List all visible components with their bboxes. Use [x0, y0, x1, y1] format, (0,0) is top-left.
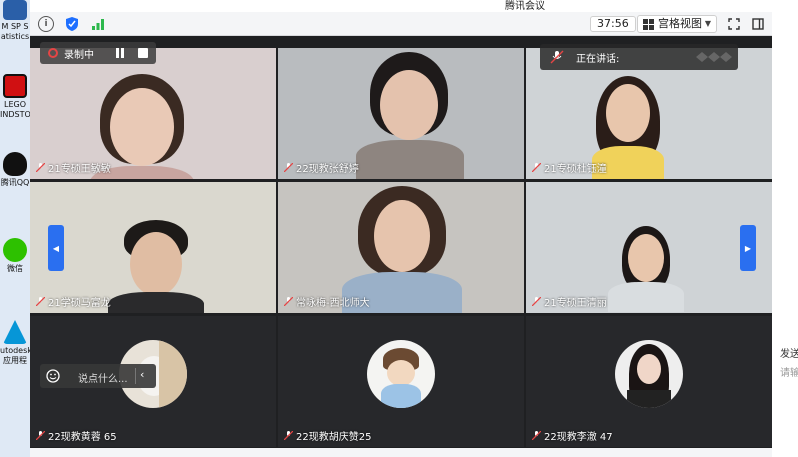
meeting-window: 腾讯会议 i 37:56 宫格视图 ▼ 21专硕王敏敏 22现教张舒婷 21专硕…	[30, 0, 772, 457]
mic-muted-icon	[35, 162, 46, 173]
participant-name-label: 21学硕马富龙	[35, 294, 111, 309]
send-label[interactable]: 发送	[780, 345, 798, 360]
participant-avatar	[367, 340, 435, 408]
mic-muted-icon	[283, 162, 294, 173]
autodesk-icon	[3, 320, 27, 344]
mic-muted-icon	[531, 296, 542, 307]
qq-desktop-icon[interactable]: 腾讯QQ	[0, 152, 30, 188]
wechat-desktop-icon[interactable]: 微信	[0, 238, 30, 274]
meeting-toolbar: i 37:56 宫格视图 ▼	[30, 12, 772, 36]
divider	[135, 368, 136, 384]
stop-icon[interactable]	[138, 48, 148, 58]
participant-name-label: 21专硕杜钰潼	[531, 160, 607, 175]
fullscreen-icon[interactable]	[726, 16, 742, 32]
lego-label: LEGO	[3, 100, 26, 109]
layout-view-label: 宫格视图	[658, 17, 702, 30]
participant-name: 21专硕王清丽	[544, 298, 607, 309]
autodesk-desktop-icon[interactable]: utodesk 应用程	[0, 320, 30, 366]
speaking-label: 正在讲话:	[576, 54, 620, 65]
chevron-down-icon: ▼	[704, 19, 711, 28]
participant-name: 21学硕马富龙	[48, 298, 111, 309]
participant-name-label: 常咏梅-西北师大	[283, 294, 370, 309]
audio-wave-icon	[696, 52, 732, 62]
chat-quick-bar[interactable]: 说点什么... ‹	[40, 364, 156, 388]
info-icon[interactable]: i	[38, 16, 54, 32]
mic-muted-icon	[35, 296, 46, 307]
participant-name-label: 22现教黄蓉 65	[35, 428, 117, 443]
chat-input-placeholder[interactable]: 说点什么...	[78, 370, 128, 385]
mic-muted-icon	[531, 162, 542, 173]
mic-muted-icon	[35, 430, 46, 441]
lego-label-2: INDSTO	[0, 110, 30, 119]
participant-name-label: 22现教胡庆赞25	[283, 428, 372, 443]
wechat-label: 微信	[7, 264, 23, 273]
participant-name: 21专硕杜钰潼	[544, 164, 607, 175]
spss-icon	[3, 0, 27, 20]
meeting-timer: 37:56	[590, 16, 636, 32]
wechat-icon	[3, 238, 27, 262]
participant-name-label: 22现教张舒婷	[283, 160, 359, 175]
video-tile[interactable]: 21学硕马富龙	[30, 182, 276, 313]
participant-name-label: 22现教李澈 47	[531, 428, 613, 443]
recording-bar: 录制中	[40, 42, 156, 64]
lego-desktop-icon[interactable]: LEGO INDSTO	[0, 74, 30, 120]
participant-name: 22现教张舒婷	[296, 164, 359, 175]
video-tile[interactable]: 22现教胡庆赞25	[278, 316, 524, 447]
bottom-toolbar-edge	[30, 448, 772, 457]
speaking-indicator: 正在讲话:	[540, 44, 738, 70]
video-tile[interactable]: 常咏梅-西北师大	[278, 182, 524, 313]
chat-side-panel: 发送 请输	[772, 0, 798, 457]
pause-icon[interactable]	[114, 47, 126, 59]
prev-page-button[interactable]: ◀	[48, 225, 64, 271]
video-tile[interactable]: 21专硕王敏敏	[30, 48, 276, 179]
signal-strength-icon[interactable]	[90, 16, 106, 32]
emoji-icon[interactable]	[46, 369, 60, 383]
mic-muted-icon	[283, 296, 294, 307]
desktop-icons-strip: M SP S atistics LEGO INDSTO 腾讯QQ 微信 utod…	[0, 0, 30, 457]
grid-view-icon	[643, 19, 654, 30]
video-grid: 21专硕王敏敏 22现教张舒婷 21专硕杜钰潼 21学硕马富龙 常咏梅-西北师大…	[30, 48, 772, 448]
mic-muted-icon	[531, 430, 542, 441]
chat-input-hint[interactable]: 请输	[780, 364, 798, 379]
shield-icon[interactable]	[64, 16, 80, 32]
recording-label: 录制中	[64, 50, 94, 61]
video-tile[interactable]: 22现教张舒婷	[278, 48, 524, 179]
participant-name: 22现教黄蓉 65	[48, 432, 117, 443]
autodesk-label: utodesk	[0, 346, 30, 355]
spss-label-2: atistics	[0, 32, 30, 41]
qq-icon	[3, 152, 27, 176]
record-icon	[48, 48, 58, 58]
participant-name: 22现教胡庆赞25	[296, 432, 372, 443]
participant-avatar	[615, 340, 683, 408]
participant-name-label: 21专硕王清丽	[531, 294, 607, 309]
spss-label: M SP S	[1, 22, 29, 31]
participant-name: 常咏梅-西北师大	[296, 298, 370, 309]
participant-name-label: 21专硕王敏敏	[35, 160, 111, 175]
video-tile[interactable]: 22现教李澈 47	[526, 316, 772, 447]
mic-muted-icon	[550, 50, 564, 64]
title-bar: 腾讯会议	[30, 0, 772, 12]
video-tile[interactable]: 21专硕王清丽	[526, 182, 772, 313]
lego-icon	[3, 74, 27, 98]
window-title: 腾讯会议	[505, 1, 545, 12]
side-panel-icon[interactable]	[750, 16, 766, 32]
chevron-left-icon[interactable]: ‹	[140, 368, 144, 381]
layout-view-dropdown[interactable]: 宫格视图 ▼	[637, 15, 717, 33]
next-page-button[interactable]: ▶	[740, 225, 756, 271]
participant-name: 21专硕王敏敏	[48, 164, 111, 175]
qq-label: 腾讯QQ	[0, 178, 30, 187]
mic-muted-icon	[283, 430, 294, 441]
participant-name: 22现教李澈 47	[544, 432, 613, 443]
spss-desktop-icon[interactable]: M SP S atistics	[0, 0, 30, 42]
autodesk-label-2: 应用程	[3, 356, 27, 365]
